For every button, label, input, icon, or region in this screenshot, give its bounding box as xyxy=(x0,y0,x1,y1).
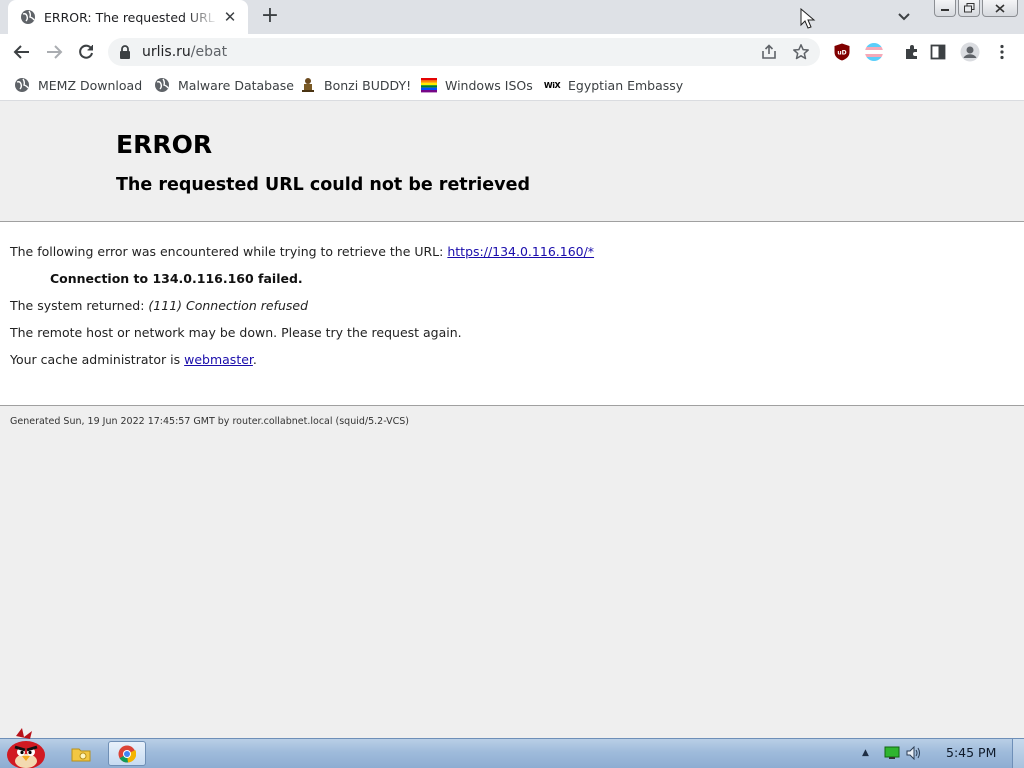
taskbar-clock[interactable]: 5:45 PM xyxy=(946,745,996,760)
bookmark-egyptian-embassy[interactable]: WiX Egyptian Embassy xyxy=(544,76,683,94)
start-button-angry-bird-icon[interactable] xyxy=(2,728,50,768)
url-text[interactable]: urlis.ru/ebat xyxy=(142,44,227,60)
page-title: ERROR xyxy=(116,130,213,159)
rainbow-flag-icon xyxy=(421,78,437,93)
tab-title: ERROR: The requested URL could not be re… xyxy=(44,9,218,25)
bookmark-bonzi-buddy[interactable]: Bonzi BUDDY! xyxy=(300,76,411,94)
bookmark-star-icon[interactable] xyxy=(792,43,810,61)
reload-icon xyxy=(79,44,93,59)
error-intro-text: The following error was encountered whil… xyxy=(10,244,448,259)
network-icon[interactable] xyxy=(884,746,900,760)
minimize-button[interactable] xyxy=(934,0,956,17)
restore-button[interactable] xyxy=(958,0,980,17)
system-returned: The system returned: (111) Connection re… xyxy=(10,298,308,313)
url-host: urlis.ru xyxy=(142,44,191,60)
back-button[interactable] xyxy=(10,40,34,64)
taskbar xyxy=(0,738,1024,768)
bookmark-memz-download[interactable]: MEMZ Download xyxy=(14,76,142,94)
chrome-icon xyxy=(118,745,136,762)
reload-button[interactable] xyxy=(74,40,98,64)
kebab-menu-icon xyxy=(1000,44,1004,60)
error-intro: The following error was encountered whil… xyxy=(10,244,594,259)
bookmark-label: Malware Database xyxy=(178,77,294,93)
webmaster-link[interactable]: webmaster xyxy=(184,352,253,367)
ublock-origin-icon[interactable]: uD xyxy=(834,43,850,61)
generated-footer: Generated Sun, 19 Jun 2022 17:45:57 GMT … xyxy=(10,416,409,427)
system-returned-label: The system returned: xyxy=(10,298,149,313)
extensions-button[interactable] xyxy=(900,40,924,64)
connection-failed-text: Connection to 134.0.116.160 failed. xyxy=(50,271,303,286)
page-content: ERROR The requested URL could not be ret… xyxy=(0,102,1024,738)
new-tab-button[interactable]: + xyxy=(258,5,282,29)
globe-icon xyxy=(15,78,29,92)
cache-admin: Your cache administrator is webmaster. xyxy=(10,352,257,367)
share-icon[interactable] xyxy=(760,43,778,61)
tab-search-chevron-icon[interactable] xyxy=(894,8,914,26)
bookmark-malware-database[interactable]: Malware Database xyxy=(154,76,294,94)
bookmark-windows-isos[interactable]: Windows ISOs xyxy=(421,76,533,94)
mouse-cursor-icon xyxy=(800,8,816,29)
trans-flag-extension-icon[interactable] xyxy=(865,43,883,61)
window-controls xyxy=(934,0,1018,17)
volume-icon[interactable] xyxy=(906,746,922,760)
remote-down-text: The remote host or network may be down. … xyxy=(10,325,462,340)
forward-button[interactable] xyxy=(42,40,66,64)
side-panel-icon xyxy=(930,44,946,60)
ublock-text: uD xyxy=(837,50,846,57)
bookmark-label: Egyptian Embassy xyxy=(568,77,684,93)
tab-close-icon[interactable]: ✕ xyxy=(222,9,238,25)
wix-icon: WiX xyxy=(543,80,561,90)
taskbar-chrome-button[interactable] xyxy=(108,741,146,766)
page-subtitle: The requested URL could not be retrieved xyxy=(116,175,530,195)
back-arrow-icon xyxy=(13,45,29,59)
tray-expand-icon[interactable]: ▲ xyxy=(862,748,869,758)
show-desktop-button[interactable] xyxy=(1012,739,1024,768)
system-returned-value: (111) Connection refused xyxy=(148,298,308,313)
address-bar[interactable]: urlis.ru/ebat xyxy=(108,38,820,66)
cache-admin-prefix: Your cache administrator is xyxy=(10,352,185,367)
globe-icon xyxy=(21,10,35,24)
bookmarks-bar: MEMZ Download Malware Database Bonzi BUD… xyxy=(0,70,1024,101)
restore-icon xyxy=(963,3,974,13)
bookmark-label: MEMZ Download xyxy=(38,77,143,93)
minimize-icon xyxy=(941,9,949,11)
puzzle-icon xyxy=(906,45,917,59)
folder-icon xyxy=(71,748,91,761)
forward-arrow-icon xyxy=(47,45,63,59)
globe-icon xyxy=(155,78,169,92)
cache-admin-suffix: . xyxy=(252,352,257,367)
url-path: /ebat xyxy=(190,44,228,60)
close-icon xyxy=(995,3,1005,13)
lock-icon[interactable] xyxy=(119,45,131,59)
error-url-link[interactable]: https://134.0.116.160/* xyxy=(447,244,594,259)
bookmark-label: Bonzi BUDDY! xyxy=(324,77,412,93)
error-header: ERROR The requested URL could not be ret… xyxy=(0,102,1024,222)
profile-button[interactable] xyxy=(958,40,982,64)
avatar-icon xyxy=(960,42,980,62)
tab-strip: ERROR: The requested URL could not be re… xyxy=(0,0,1024,34)
bookmark-label: Windows ISOs xyxy=(445,77,533,93)
close-window-button[interactable] xyxy=(982,0,1018,17)
bonzi-icon xyxy=(302,78,314,92)
side-panel-button[interactable] xyxy=(926,40,950,64)
menu-button[interactable] xyxy=(990,40,1014,64)
browser-tab[interactable]: ERROR: The requested URL could not be re… xyxy=(8,0,248,34)
error-body: The following error was encountered whil… xyxy=(0,222,1024,406)
taskbar-explorer-button[interactable] xyxy=(62,741,100,766)
